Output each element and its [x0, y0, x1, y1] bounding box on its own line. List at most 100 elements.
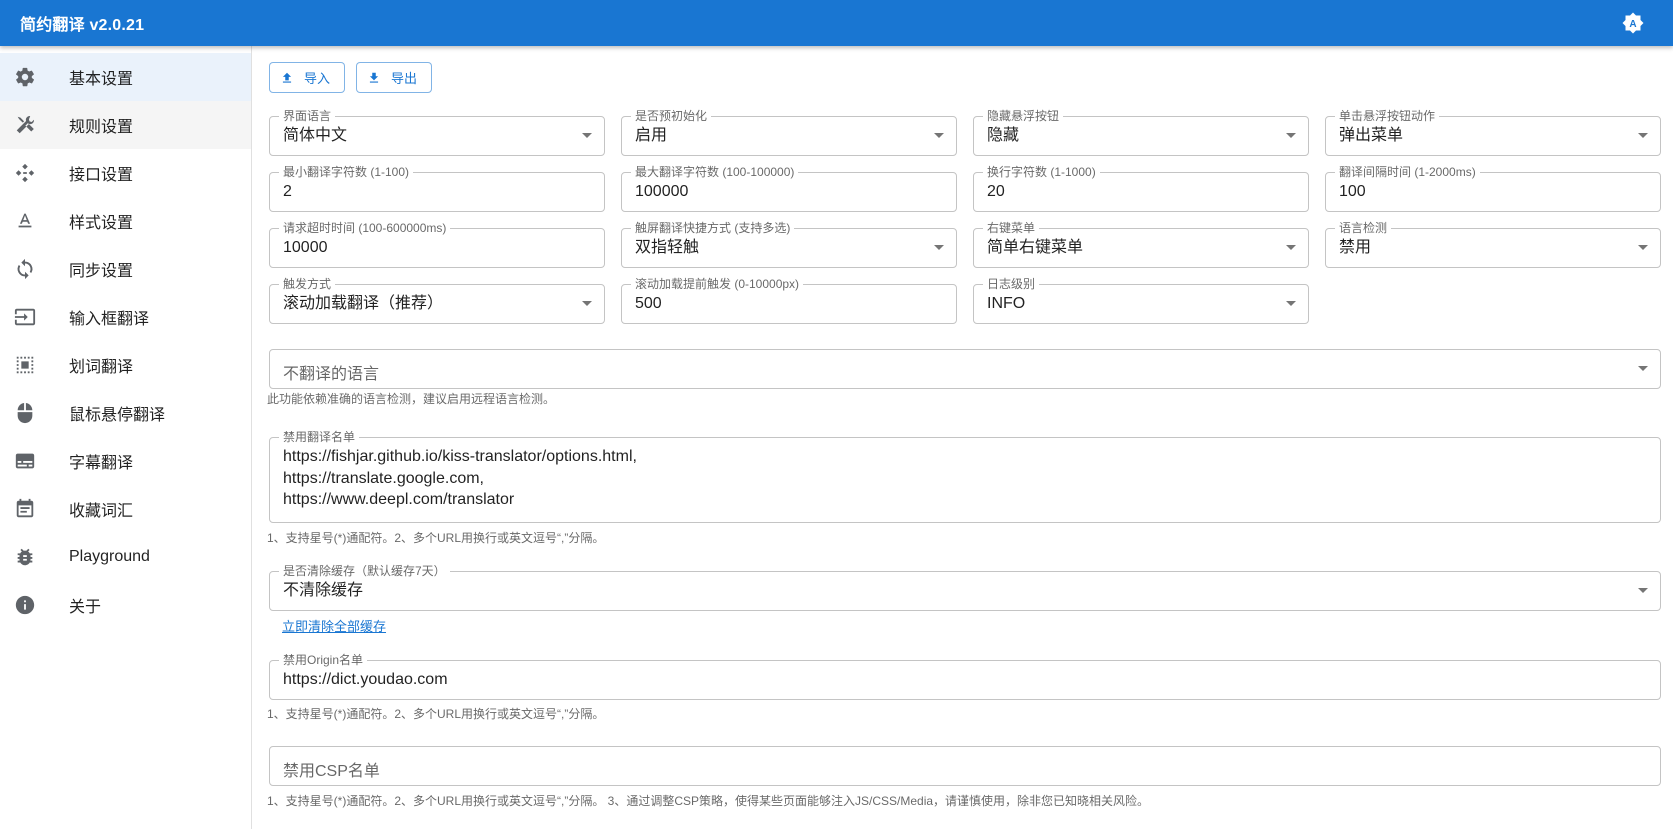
dropdown-arrow-icon	[934, 133, 944, 138]
sidebar-item-api-settings[interactable]: 接口设置	[0, 149, 251, 197]
dropdown-arrow-icon	[1638, 366, 1648, 371]
sidebar-item-label: 划词翻译	[69, 359, 134, 376]
scroll-preload-value: 500	[635, 295, 662, 312]
min-chars-label: 最小翻译字符数 (1-100)	[279, 165, 414, 179]
skip-languages-placeholder: 不翻译的语言	[283, 366, 380, 383]
hide-fab-select[interactable]: 隐藏悬浮按钮 隐藏	[973, 109, 1309, 156]
sidebar-item-label: 基本设置	[69, 71, 134, 88]
timeout-input[interactable]: 请求超时时间 (100-600000ms) 10000	[269, 221, 605, 268]
timeout-label: 请求超时时间 (100-600000ms)	[279, 221, 451, 235]
newline-chars-label: 换行字符数 (1-1000)	[983, 165, 1100, 179]
touch-shortcut-label: 触屏翻译快捷方式 (支持多选)	[631, 221, 795, 235]
scroll-preload-label: 滚动加载提前触发 (0-10000px)	[631, 277, 804, 291]
export-button-label: 导出	[391, 71, 418, 86]
trigger-mode-select[interactable]: 触发方式 滚动加载翻译（推荐）	[269, 277, 605, 324]
sidebar-nav: 基本设置 规则设置 接口设置 样式设置 同步设置 输入框翻译 划词翻译 鼠标悬停…	[0, 46, 252, 829]
log-level-label: 日志级别	[983, 277, 1040, 291]
dropdown-arrow-icon	[1638, 245, 1648, 250]
context-menu-select[interactable]: 右键菜单 简单右键菜单	[973, 221, 1309, 268]
sidebar-item-favorite-words[interactable]: 收藏词汇	[0, 485, 251, 533]
pre-init-select[interactable]: 是否预初始化 启用	[621, 109, 957, 156]
import-button[interactable]: 导入	[269, 62, 346, 93]
log-level-select[interactable]: 日志级别 INFO	[973, 277, 1309, 324]
trigger-mode-label: 触发方式	[279, 277, 336, 291]
scroll-preload-input[interactable]: 滚动加载提前触发 (0-10000px) 500	[621, 277, 957, 324]
sidebar-item-basic-settings[interactable]: 基本设置	[0, 53, 251, 101]
origin-blacklist-input[interactable]: 禁用Origin名单 https://dict.youdao.com	[269, 653, 1661, 700]
sidebar-item-label: 输入框翻译	[69, 311, 150, 328]
origin-blacklist-helper: 1、支持星号(*)通配符。2、多个URL用换行或英文逗号“,”分隔。	[267, 707, 605, 721]
min-chars-value: 2	[283, 183, 292, 200]
trigger-mode-value: 滚动加载翻译（推荐）	[283, 295, 444, 312]
sidebar-item-label: 同步设置	[69, 263, 134, 280]
sidebar-item-input-translate[interactable]: 输入框翻译	[0, 293, 251, 341]
sidebar-item-label: 字幕翻译	[69, 455, 134, 472]
import-button-label: 导入	[304, 71, 331, 86]
interval-value: 100	[1339, 183, 1366, 200]
sidebar-item-rule-settings[interactable]: 规则设置	[0, 101, 251, 149]
mouse-icon	[12, 400, 38, 426]
context-menu-label: 右键菜单	[983, 221, 1040, 235]
timeout-value: 10000	[283, 239, 328, 256]
blacklist-content: https://fishjar.github.io/kiss-translato…	[283, 446, 637, 511]
ui-language-select[interactable]: 界面语言 简体中文	[269, 109, 605, 156]
sidebar-item-selection-translate[interactable]: 划词翻译	[0, 341, 251, 389]
sidebar-item-playground[interactable]: Playground	[0, 533, 251, 581]
blacklist-line: https://translate.google.com,	[283, 469, 484, 487]
dropdown-arrow-icon	[582, 133, 592, 138]
pre-init-label: 是否预初始化	[631, 109, 712, 123]
sidebar-item-style-settings[interactable]: 样式设置	[0, 197, 251, 245]
sidebar-item-sync-settings[interactable]: 同步设置	[0, 245, 251, 293]
clear-cache-select[interactable]: 是否清除缓存（默认缓存7天） 不清除缓存	[269, 564, 1661, 611]
app-title: 简约翻译 v2.0.21	[20, 17, 145, 34]
sidebar-item-subtitle-translate[interactable]: 字幕翻译	[0, 437, 251, 485]
lang-detect-value: 禁用	[1339, 239, 1372, 256]
newline-chars-input[interactable]: 换行字符数 (1-1000) 20	[973, 165, 1309, 212]
upload-icon	[280, 70, 296, 86]
dropdown-arrow-icon	[582, 301, 592, 306]
app-bar: 简约翻译 v2.0.21 A	[0, 0, 1673, 46]
touch-shortcut-value: 双指轻触	[635, 239, 700, 256]
blacklist-label: 禁用翻译名单	[279, 430, 360, 444]
min-chars-input[interactable]: 最小翻译字符数 (1-100) 2	[269, 165, 605, 212]
skip-languages-helper: 此功能依赖准确的语言检测，建议启用远程语言检测。	[267, 392, 556, 406]
origin-blacklist-label: 禁用Origin名单	[279, 653, 368, 667]
touch-shortcut-select[interactable]: 触屏翻译快捷方式 (支持多选) 双指轻触	[621, 221, 957, 268]
interval-input[interactable]: 翻译间隔时间 (1-2000ms) 100	[1325, 165, 1661, 212]
sidebar-item-label: 关于	[69, 599, 102, 616]
sidebar-item-about[interactable]: 关于	[0, 581, 251, 629]
clear-all-cache-link[interactable]: 立即清除全部缓存	[282, 616, 386, 635]
sidebar-item-label: 规则设置	[69, 119, 134, 136]
export-button[interactable]: 导出	[356, 62, 433, 93]
gear-icon	[12, 64, 38, 90]
sync-icon	[12, 256, 38, 282]
dropdown-arrow-icon	[1286, 301, 1296, 306]
csp-blacklist-input[interactable]: 禁用CSP名单	[269, 746, 1661, 786]
clear-cache-label: 是否清除缓存（默认缓存7天）	[279, 564, 450, 578]
theme-toggle-icon[interactable]: A	[1621, 11, 1645, 35]
skip-languages-select[interactable]: 不翻译的语言	[269, 349, 1661, 389]
lang-detect-select[interactable]: 语言检测 禁用	[1325, 221, 1661, 268]
sidebar-item-label: 鼠标悬停翻译	[69, 407, 166, 424]
event-note-icon	[12, 496, 38, 522]
blacklist-helper: 1、支持星号(*)通配符。2、多个URL用换行或英文逗号“,”分隔。	[267, 531, 605, 545]
csp-blacklist-placeholder: 禁用CSP名单	[283, 763, 380, 780]
interval-label: 翻译间隔时间 (1-2000ms)	[1335, 165, 1480, 179]
fab-click-value: 弹出菜单	[1339, 127, 1404, 144]
ui-language-value: 简体中文	[283, 127, 348, 144]
blacklist-textarea[interactable]: 禁用翻译名单 https://fishjar.github.io/kiss-tr…	[269, 430, 1661, 523]
clear-cache-value: 不清除缓存	[283, 582, 364, 599]
api-icon	[12, 160, 38, 186]
sidebar-item-label: 接口设置	[69, 167, 134, 184]
sidebar-item-label: 收藏词汇	[69, 503, 134, 520]
ui-language-label: 界面语言	[279, 109, 336, 123]
svg-text:A: A	[1629, 19, 1636, 30]
text-format-icon	[12, 208, 38, 234]
select-text-icon	[12, 352, 38, 378]
sidebar-item-hover-translate[interactable]: 鼠标悬停翻译	[0, 389, 251, 437]
tools-icon	[12, 112, 38, 138]
fab-click-select[interactable]: 单击悬浮按钮动作 弹出菜单	[1325, 109, 1661, 156]
max-chars-input[interactable]: 最大翻译字符数 (100-100000) 100000	[621, 165, 957, 212]
hide-fab-value: 隐藏	[987, 127, 1020, 144]
lang-detect-label: 语言检测	[1335, 221, 1392, 235]
